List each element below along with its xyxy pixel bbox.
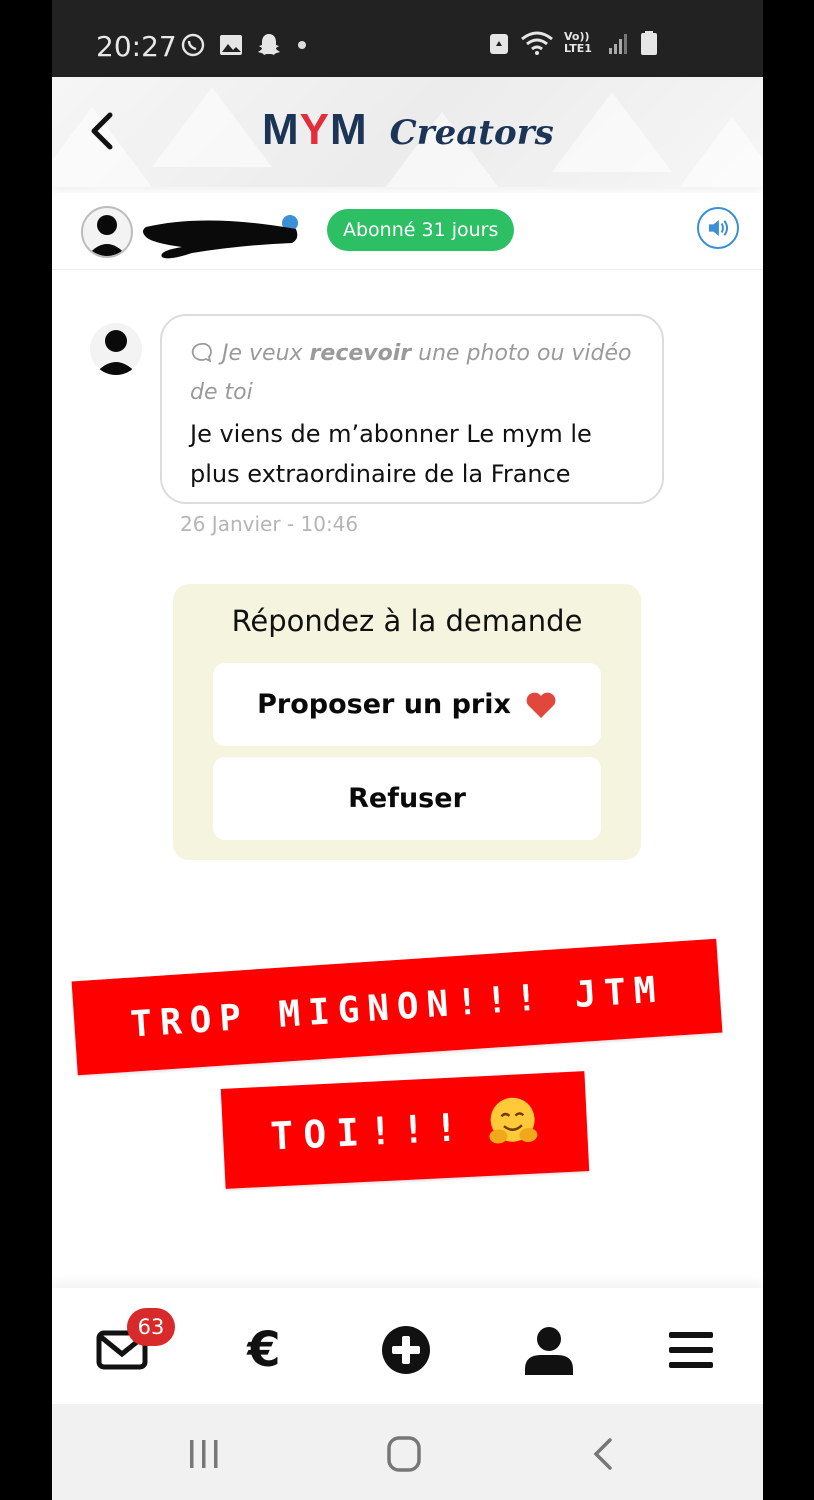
response-title: Répondez à la demande: [231, 604, 583, 638]
snapchat-icon: [258, 34, 280, 55]
whatsapp-icon: [181, 33, 205, 57]
nav-profile[interactable]: [519, 1324, 579, 1376]
user-avatar[interactable]: [81, 206, 133, 258]
recycle-icon: [490, 34, 508, 54]
sticker-line1-text: TROP MIGNON!!! JTM: [129, 968, 665, 1046]
message-timestamp: 26 Janvier - 10:46: [180, 512, 359, 536]
system-back-icon[interactable]: [582, 1436, 626, 1472]
header-pattern: [672, 117, 763, 187]
wifi-icon: [521, 31, 553, 55]
user-silhouette-icon: [87, 215, 127, 256]
back-arrow-icon[interactable]: [86, 111, 120, 151]
request-response-card: Répondez à la demande Proposer un prix R…: [173, 584, 641, 860]
nav-menu[interactable]: [661, 1324, 721, 1376]
phone-screen: 20:27 Vo)) LTE1 MYM Creators Abonné 31 j…: [52, 0, 763, 1500]
app-header: MYM Creators: [52, 77, 763, 187]
plus-circle-icon: [382, 1326, 430, 1374]
notification-icons: [180, 32, 306, 58]
nav-earnings[interactable]: €: [234, 1322, 294, 1378]
refuse-label: Refuser: [348, 783, 466, 814]
mym-logo: MYM Creators: [262, 105, 554, 155]
hugging-face-icon: [489, 1097, 538, 1143]
request-keyword: recevoir: [309, 341, 412, 366]
gallery-icon: [220, 35, 242, 55]
sticker-text-line1: TROP MIGNON!!! JTM: [71, 938, 723, 1076]
logo-creators: Creators: [389, 113, 554, 153]
user-icon: [525, 1327, 573, 1375]
battery-icon: [641, 31, 657, 55]
message-text: Je viens de m’abonner Le mym le plus ext…: [190, 420, 592, 488]
system-navigation-bar: [52, 1404, 763, 1500]
logo-mym: MYM: [262, 105, 368, 154]
more-notifications-dot: [298, 41, 306, 49]
header-pattern: [552, 92, 672, 172]
system-status-icons: Vo)) LTE1: [488, 30, 658, 56]
chat-bubble-icon: [191, 342, 212, 363]
status-bar: 20:27 Vo)) LTE1: [52, 0, 763, 77]
user-silhouette-icon: [94, 330, 138, 375]
sound-toggle-icon[interactable]: [697, 207, 739, 249]
conversation-user-bar: Abonné 31 jours: [52, 193, 763, 270]
signal-icon: [609, 34, 627, 54]
status-time: 20:27: [96, 30, 177, 63]
refuse-button[interactable]: Refuser: [213, 757, 601, 840]
sticker-text-line2: TOI!!!: [220, 1071, 590, 1189]
sticker-line2-text: TOI!!!: [269, 1104, 469, 1159]
heart-icon: [526, 692, 556, 718]
sender-avatar: [90, 323, 142, 375]
request-prefix: Je veux: [222, 341, 303, 366]
bottom-navigation: 63 €: [52, 1288, 763, 1404]
recent-apps-icon[interactable]: [182, 1436, 226, 1472]
euro-icon: €: [247, 1322, 281, 1378]
message-bubble: Je veux recevoir une photo ou vidéo de t…: [160, 314, 664, 504]
header-pattern: [152, 87, 272, 167]
subscription-badge: Abonné 31 jours: [327, 209, 515, 251]
media-request-line: Je veux recevoir une photo ou vidéo de t…: [190, 334, 640, 412]
hugging-face-emoji: [484, 1094, 541, 1156]
redacted-username: [143, 215, 298, 259]
messages-count-badge: 63: [127, 1308, 175, 1346]
network-label: Vo)) LTE1: [564, 30, 592, 55]
nav-create[interactable]: [376, 1324, 436, 1376]
propose-price-button[interactable]: Proposer un prix: [213, 663, 601, 746]
menu-icon: [669, 1332, 713, 1368]
home-icon[interactable]: [382, 1436, 426, 1472]
propose-price-label: Proposer un prix: [257, 689, 511, 720]
